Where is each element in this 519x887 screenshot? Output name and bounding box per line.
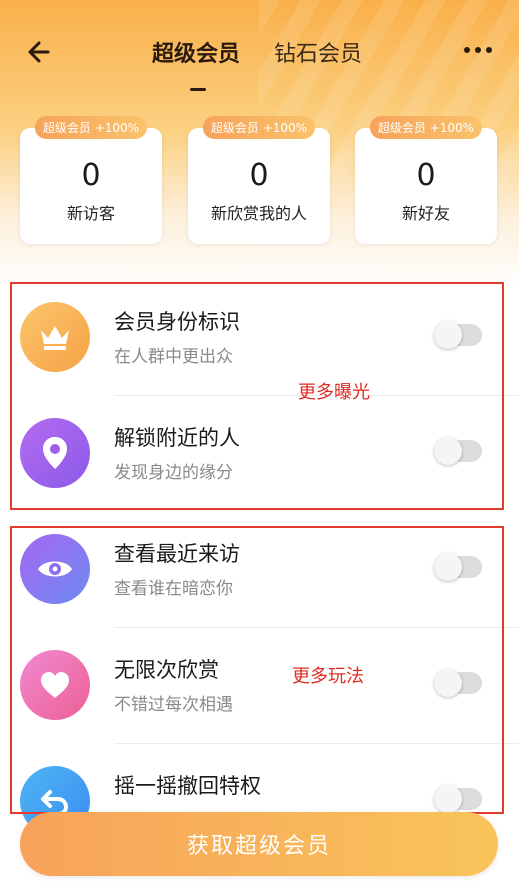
stat-value: 0 — [416, 158, 436, 193]
back-arrow-icon[interactable] — [22, 34, 58, 70]
get-super-member-button[interactable]: 获取超级会员 — [20, 812, 498, 876]
stat-label: 新好友 — [401, 204, 450, 223]
tab-diamond-member[interactable]: 钻石会员 — [274, 36, 362, 68]
annotation-box-gameplay — [10, 526, 504, 814]
member-bonus-badge: 超级会员 +100% — [34, 116, 148, 139]
annotation-label-gameplay: 更多玩法 — [292, 666, 364, 687]
member-bonus-badge: 超级会员 +100% — [202, 116, 316, 139]
stat-value: 0 — [249, 158, 269, 193]
annotation-label-exposure: 更多曝光 — [298, 382, 370, 403]
stat-value: 0 — [81, 158, 101, 193]
stat-label: 新欣赏我的人 — [210, 204, 307, 223]
more-options-icon[interactable] — [461, 36, 495, 64]
stat-card-new-admirers: 超级会员 +100% 0 新欣赏我的人 — [188, 116, 330, 244]
stat-card-new-friends: 超级会员 +100% 0 新好友 — [355, 116, 497, 244]
stat-label: 新访客 — [66, 204, 115, 223]
stat-card-new-visitors: 超级会员 +100% 0 新访客 — [20, 116, 162, 244]
member-bonus-badge: 超级会员 +100% — [369, 116, 483, 139]
top-bar: 超级会员 钻石会员 — [0, 22, 519, 91]
tab-super-member[interactable]: 超级会员 — [152, 36, 240, 68]
active-tab-indicator — [190, 88, 206, 91]
annotation-box-exposure — [10, 282, 504, 510]
